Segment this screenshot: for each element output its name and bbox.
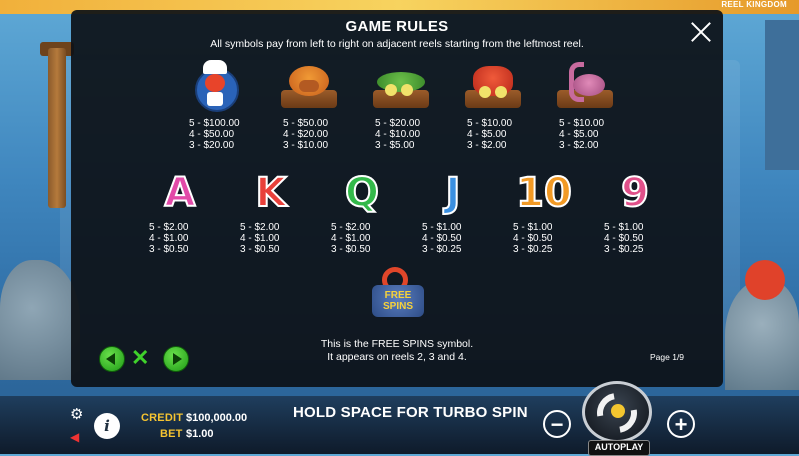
left-rock-decoration [0,260,80,380]
pay-4: 4 - $10.00 [375,129,421,140]
arrow-right-icon [173,353,182,365]
gorilla-logo-icon [611,404,625,418]
crab-decoration [745,260,785,300]
pay-3: 3 - $0.25 [513,244,553,255]
prev-page-button[interactable] [99,346,125,372]
pay-4: 4 - $0.50 [422,233,462,244]
game-rules-modal: GAME RULES All symbols pay from left to … [71,10,723,387]
brand-logo: REEL KINGDOM [721,0,787,9]
pay-5: 5 - $10.00 [467,118,513,129]
pay-3: 3 - $10.00 [283,140,329,151]
symbol-number-9: 9 5 - $1.00 4 - $0.50 3 - $0.25 [600,168,670,255]
pay-3: 3 - $2.00 [467,140,507,151]
close-icon[interactable] [689,20,713,44]
close-rules-icon[interactable]: ✕ [131,345,149,371]
bet-value: $1.00 [186,428,214,440]
modal-title: GAME RULES [345,18,449,35]
pay-3: 3 - $0.25 [422,244,462,255]
shrimp-platter-icon [463,60,523,114]
free-spins-icon: FREE SPINS [368,267,428,323]
number-10-icon: 10 [515,169,573,217]
pay-5: 5 - $50.00 [283,118,329,129]
lobster-chef-icon [185,60,245,114]
arrow-left-icon [106,353,115,365]
symbol-letter-q: Q 5 - $2.00 4 - $1.00 3 - $0.50 [327,168,397,255]
pay-4: 4 - $0.50 [513,233,553,244]
pay-5: 5 - $20.00 [375,118,421,129]
octopus-platter-icon [555,60,615,114]
pay-5: 5 - $1.00 [422,222,462,233]
pay-4: 4 - $1.00 [240,233,280,244]
spin-button[interactable] [582,381,652,443]
symbol-letter-k: K 5 - $2.00 4 - $1.00 3 - $0.50 [236,168,306,255]
next-page-button[interactable] [163,346,189,372]
pay-3: 3 - $0.50 [240,244,280,255]
credit-label: CREDIT [141,412,184,424]
pay-3: 3 - $2.00 [559,140,599,151]
pay-5: 5 - $2.00 [331,222,371,233]
letter-j-icon: J [445,169,462,217]
pay-4: 4 - $1.00 [331,233,371,244]
pay-5: 5 - $2.00 [149,222,189,233]
free-spins-logo-text: FREE SPINS [382,290,413,312]
pay-4: 4 - $5.00 [467,129,507,140]
crab-burger-icon [279,60,339,114]
pay-5: 5 - $10.00 [559,118,605,129]
pay-4: 4 - $5.00 [559,129,599,140]
wooden-post [48,48,66,208]
speaker-icon[interactable]: ◀ [70,430,86,444]
pay-3: 3 - $0.50 [331,244,371,255]
gear-icon[interactable]: ⚙ [70,407,86,423]
pay-4: 4 - $50.00 [189,129,235,140]
number-9-icon: 9 [620,169,650,217]
decrease-bet-button[interactable]: − [543,410,571,438]
pay-3: 3 - $20.00 [189,140,235,151]
pay-5: 5 - $2.00 [240,222,280,233]
symbol-letter-j: J 5 - $1.00 4 - $0.50 3 - $0.25 [418,168,488,255]
fish-platter-icon [371,60,431,114]
symbol-octopus-platter: 5 - $10.00 4 - $5.00 3 - $2.00 [545,60,625,151]
pay-4: 4 - $1.00 [149,233,189,244]
pay-4: 4 - $0.50 [604,233,644,244]
letter-q-icon: Q [344,169,380,217]
symbol-number-10: 10 5 - $1.00 4 - $0.50 3 - $0.25 [509,168,579,255]
increase-bet-button[interactable]: + [667,410,695,438]
pay-5: 5 - $1.00 [513,222,553,233]
info-button[interactable]: i [94,413,120,439]
symbol-shrimp-platter: 5 - $10.00 4 - $5.00 3 - $2.00 [453,60,533,151]
credit-value: $100,000.00 [186,412,248,424]
symbol-lobster-chef: 5 - $100.00 4 - $50.00 3 - $20.00 [175,60,255,151]
pay-5: 5 - $100.00 [189,118,240,129]
symbol-fish-platter: 5 - $20.00 4 - $10.00 3 - $5.00 [361,60,441,151]
symbol-letter-a: A 5 - $2.00 4 - $1.00 3 - $0.50 [145,168,215,255]
pay-3: 3 - $0.25 [604,244,644,255]
letter-k-icon: K [255,169,288,217]
pay-5: 5 - $1.00 [604,222,644,233]
page-indicator: Page 1/9 [650,352,685,362]
side-panel [765,20,799,170]
symbol-crab-burger: 5 - $50.00 4 - $20.00 3 - $10.00 [269,60,349,151]
bet-label: BET [160,428,183,440]
pay-3: 3 - $5.00 [375,140,415,151]
pay-3: 3 - $0.50 [149,244,189,255]
modal-subtitle: All symbols pay from left to right on ad… [210,38,584,50]
turbo-hint: HOLD SPACE FOR TURBO SPIN [293,404,528,421]
pay-4: 4 - $20.00 [283,129,329,140]
letter-a-icon: A [164,169,197,217]
